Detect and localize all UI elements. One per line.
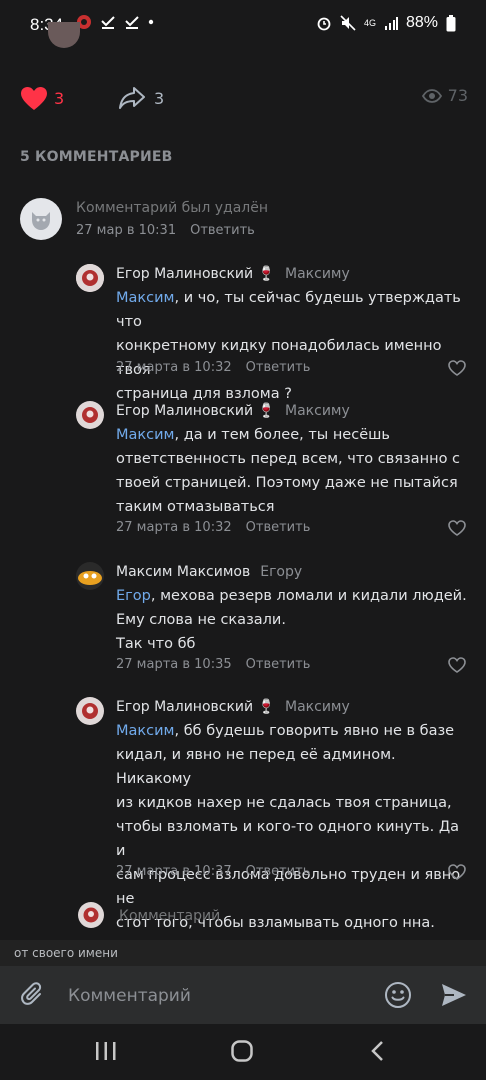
reply-button[interactable]: Ответить <box>246 360 311 375</box>
mute-icon <box>340 15 356 31</box>
home-icon[interactable] <box>230 1040 254 1062</box>
my-avatar <box>78 902 104 928</box>
reply-to-name[interactable]: Максиму <box>285 266 350 282</box>
deleted-comment-text: Комментарий был удалён <box>76 200 269 216</box>
comment-author[interactable]: Егор Малиновский 🍷 <box>116 403 275 419</box>
download-done-icon <box>101 16 115 29</box>
like-button[interactable]: 3 <box>20 86 64 111</box>
comment-date: 27 марта в 10:35 <box>116 657 232 672</box>
share-count: 3 <box>154 88 165 108</box>
comment-meta: 27 марта в 10:35 Ответить <box>116 657 310 672</box>
battery-percent: 88% <box>405 14 438 31</box>
comment-avatar[interactable] <box>76 697 104 725</box>
send-icon[interactable] <box>440 982 468 1008</box>
avatar-image <box>76 562 104 590</box>
share-button[interactable]: 3 <box>118 86 164 110</box>
comment-author[interactable]: Егор Малиновский 🍷 <box>116 266 275 282</box>
comment-date: 27 мар в 10:31 <box>76 223 177 238</box>
comment-avatar[interactable] <box>76 264 104 292</box>
comment-like-icon[interactable] <box>448 520 466 536</box>
signal-icon <box>384 17 398 30</box>
reply-to-name[interactable]: Максиму <box>285 403 350 419</box>
comment-header: Максим Максимов Егору <box>116 564 302 580</box>
alarm-icon <box>317 17 331 31</box>
download-done-icon-2 <box>125 16 139 29</box>
comment-input[interactable]: Комментарий <box>68 986 191 1006</box>
post-actions: 3 3 73 <box>0 80 486 120</box>
comment-author[interactable]: Егор Малиновский 🍷 <box>116 699 275 715</box>
comment-like-icon[interactable] <box>448 657 466 673</box>
comment-text: Егор, мехова резерв ломали и кидали люде… <box>116 588 467 652</box>
like-count: 3 <box>54 89 65 108</box>
comment-text: Максим, да и тем более, ты несёшь ответс… <box>116 427 461 515</box>
comment-date: 27 марта в 10:37 <box>116 864 232 879</box>
comment-meta: 27 марта в 10:32 Ответить <box>116 520 310 535</box>
back-icon[interactable] <box>368 1040 388 1062</box>
attach-icon[interactable] <box>20 982 46 1008</box>
deleted-user-avatar <box>20 198 62 240</box>
mention-link[interactable]: Максим <box>116 723 175 739</box>
views-counter: 73 <box>421 86 468 105</box>
avatar-image <box>76 401 104 429</box>
comment-like-icon[interactable] <box>448 864 466 880</box>
comment-like-icon[interactable] <box>448 360 466 376</box>
reply-to-name[interactable]: Максиму <box>285 699 350 715</box>
comments-header: 5 КОММЕНТАРИЕВ <box>20 149 173 165</box>
mention-link[interactable]: Егор <box>116 588 151 604</box>
heart-filled-icon <box>21 87 47 110</box>
mention-link[interactable]: Максим <box>116 290 175 306</box>
dog-placeholder-icon <box>32 212 50 230</box>
comment-meta: 27 мар в 10:31 Ответить <box>76 223 255 238</box>
post-as-selector[interactable]: от своего имени <box>0 940 486 966</box>
reply-to-name[interactable]: Егору <box>260 564 302 580</box>
reply-button[interactable]: Ответить <box>246 520 311 535</box>
comment-header: Егор Малиновский 🍷 Максиму <box>116 403 350 419</box>
comment-meta: 27 марта в 10:37 Ответить <box>116 864 310 879</box>
reply-button[interactable]: Ответить <box>246 657 311 672</box>
avatar-image <box>76 697 104 725</box>
comment-date: 27 марта в 10:32 <box>116 520 232 535</box>
comment-header: Егор Малиновский 🍷 Максиму <box>116 699 350 715</box>
comment-text: Максим, бб будешь говорить явно не в баз… <box>116 723 461 931</box>
comment-date: 27 марта в 10:32 <box>116 360 232 375</box>
comment-avatar[interactable] <box>76 401 104 429</box>
battery-icon <box>446 14 456 31</box>
comment-text: Максим, и чо, ты сейчас будешь утверждат… <box>116 290 461 402</box>
share-icon <box>119 87 145 109</box>
comment-header: Егор Малиновский 🍷 Максиму <box>116 266 350 282</box>
reply-button[interactable]: Ответить <box>190 223 255 238</box>
emoji-icon[interactable] <box>384 981 412 1009</box>
avatar-image <box>78 902 104 928</box>
avatar-image <box>76 264 104 292</box>
reply-button[interactable]: Ответить <box>246 864 311 879</box>
dot-icon <box>148 19 154 25</box>
views-count: 73 <box>447 86 468 105</box>
eye-icon <box>421 88 442 103</box>
network-type: 4G <box>363 18 376 28</box>
comment-meta: 27 марта в 10:32 Ответить <box>116 360 310 375</box>
comment-avatar[interactable] <box>76 562 104 590</box>
mention-link[interactable]: Максим <box>116 427 175 443</box>
comment-author[interactable]: Максим Максимов <box>116 564 250 580</box>
recent-apps-icon[interactable] <box>94 1040 118 1062</box>
system-nav-bar <box>0 1024 486 1080</box>
reply-input[interactable]: Комментарий <box>119 908 220 924</box>
comment-composer: Комментарий <box>0 966 486 1024</box>
